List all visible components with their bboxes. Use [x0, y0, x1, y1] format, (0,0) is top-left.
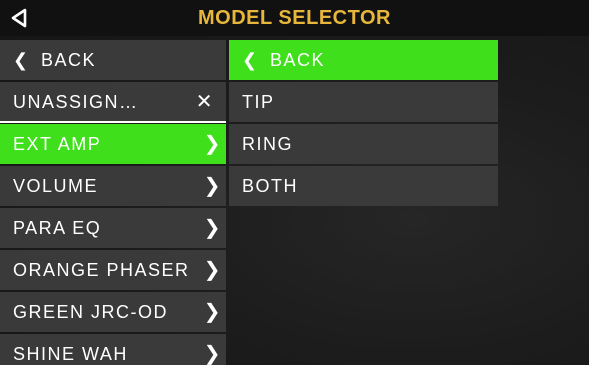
left-menu-orange-phaser[interactable]: ORANGE PHASER ❯	[0, 250, 226, 290]
right-menu-item-label: RING	[242, 134, 293, 154]
left-menu-item-label: PARA EQ	[13, 218, 102, 238]
left-menu-item-label: UNASSIGN…	[13, 92, 139, 112]
right-menu: ❮ BACK TIP RING BOTH	[229, 40, 498, 208]
chevron-left-icon: ❮	[242, 50, 259, 70]
right-menu-tip[interactable]: TIP	[229, 82, 498, 122]
close-icon[interactable]: ✕	[196, 82, 214, 121]
left-menu-para-eq[interactable]: PARA EQ ❯	[0, 208, 226, 248]
right-menu-back[interactable]: ❮ BACK	[229, 40, 498, 80]
chevron-right-icon: ❯	[203, 217, 222, 239]
right-menu-item-label: BACK	[270, 50, 326, 70]
right-menu-item-label: TIP	[242, 92, 275, 112]
left-menu-shine-wah[interactable]: SHINE WAH ❯	[0, 334, 226, 365]
right-menu-both[interactable]: BOTH	[229, 166, 498, 206]
chevron-left-icon: ❮	[13, 50, 30, 70]
left-menu-item-label: SHINE WAH	[13, 344, 128, 364]
right-menu-item-label: BOTH	[242, 176, 299, 196]
left-menu-item-label: ORANGE PHASER	[13, 260, 190, 280]
left-menu-item-label: BACK	[41, 50, 97, 70]
page-title: MODEL SELECTOR	[198, 7, 391, 29]
left-menu-unassign[interactable]: UNASSIGN… ✕	[0, 82, 226, 123]
chevron-right-icon: ❯	[203, 175, 222, 197]
left-menu-item-label: VOLUME	[13, 176, 99, 196]
chevron-right-icon: ❯	[203, 343, 222, 365]
left-menu-back[interactable]: ❮ BACK	[0, 40, 226, 80]
left-menu: ❮ BACK UNASSIGN… ✕ EXT AMP ❯ VOLUME ❯ PAR…	[0, 40, 226, 365]
left-menu-green-jrc-od[interactable]: GREEN JRC-OD ❯	[0, 292, 226, 332]
left-menu-volume[interactable]: VOLUME ❯	[0, 166, 226, 206]
header-bar: MODEL SELECTOR	[0, 0, 589, 36]
model-selector-screen: MODEL SELECTOR ❮ BACK UNASSIGN… ✕ EXT AMP…	[0, 0, 589, 365]
left-menu-ext-amp[interactable]: EXT AMP ❯	[0, 124, 226, 164]
chevron-right-icon: ❯	[203, 301, 222, 323]
chevron-right-icon: ❯	[203, 259, 222, 281]
left-menu-item-label: GREEN JRC-OD	[13, 302, 169, 322]
chevron-right-icon: ❯	[203, 133, 222, 155]
right-menu-ring[interactable]: RING	[229, 124, 498, 164]
left-menu-item-label: EXT AMP	[13, 134, 102, 154]
